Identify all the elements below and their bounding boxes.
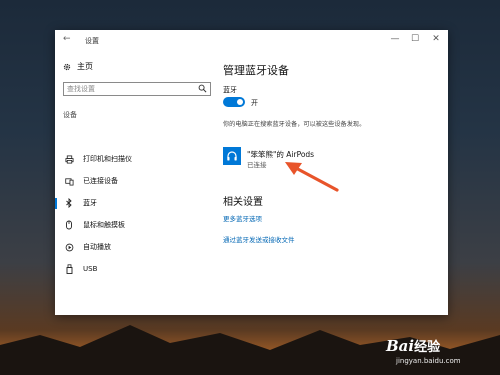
mouse-icon: [63, 220, 75, 230]
bluetooth-label: 蓝牙: [223, 86, 237, 94]
sidebar-item-connected-devices[interactable]: 已连接设备: [55, 170, 220, 192]
page-title: 管理蓝牙设备: [223, 64, 289, 77]
connected-devices-icon: [63, 177, 75, 186]
sidebar: 主页 设备 打印机和扫描仪 已连接设备 蓝牙 鼠标和触摸板 自动播放: [55, 52, 220, 315]
sidebar-item-bluetooth[interactable]: 蓝牙: [55, 192, 220, 214]
usb-icon: [63, 264, 75, 274]
section-label-devices: 设备: [63, 111, 77, 119]
sidebar-item-label: 自动播放: [83, 243, 111, 251]
sidebar-item-label: 蓝牙: [83, 199, 97, 207]
maximize-icon[interactable]: ☐: [405, 34, 425, 44]
sidebar-item-mouse[interactable]: 鼠标和触摸板: [55, 214, 220, 236]
toggle-knob: [237, 99, 243, 105]
sidebar-item-autoplay[interactable]: 自动播放: [55, 236, 220, 258]
watermark-url: jingyan.baidu.com: [396, 357, 461, 365]
search-icon[interactable]: [198, 84, 207, 93]
title-bar: ← 设置 — ☐ ✕: [55, 30, 448, 52]
search-box[interactable]: [63, 82, 211, 96]
back-arrow-icon[interactable]: ←: [63, 34, 71, 44]
baidu-watermark: Bai经验 jingyan.baidu.com: [386, 336, 461, 365]
printer-icon: [63, 154, 75, 164]
send-receive-files-link[interactable]: 通过蓝牙发送或接收文件: [223, 234, 295, 244]
watermark-brand-cn: 经验: [414, 340, 441, 355]
window-title: 设置: [85, 37, 99, 45]
autoplay-icon: [63, 243, 75, 252]
gear-icon: [63, 63, 71, 70]
bluetooth-toggle[interactable]: [223, 97, 245, 107]
related-settings-heading: 相关设置: [223, 197, 263, 208]
sidebar-item-home[interactable]: 主页: [63, 61, 93, 72]
toggle-state-label: 开: [251, 99, 258, 107]
sidebar-item-label: 鼠标和触摸板: [83, 221, 125, 229]
settings-window: ← 设置 — ☐ ✕ 主页 设备 打印机和扫描仪 已连接设备 蓝牙 鼠标: [55, 30, 448, 315]
discovery-status-text: 你的电脑正在搜索蓝牙设备，可以被这些设备发现。: [223, 121, 366, 128]
close-icon[interactable]: ✕: [426, 34, 446, 44]
sidebar-item-label: USB: [83, 265, 98, 273]
sidebar-item-label: 打印机和扫描仪: [83, 155, 132, 163]
more-bluetooth-options-link[interactable]: 更多蓝牙选项: [223, 213, 262, 223]
headphones-icon: [223, 147, 241, 165]
minimize-icon[interactable]: —: [385, 34, 405, 44]
sidebar-item-label: 已连接设备: [83, 177, 118, 185]
home-label: 主页: [77, 62, 93, 71]
annotation-arrow: [285, 162, 339, 192]
sidebar-item-printers[interactable]: 打印机和扫描仪: [55, 148, 220, 170]
bluetooth-icon: [63, 198, 75, 208]
device-status: 已连接: [247, 161, 267, 169]
watermark-brand: Bai: [386, 337, 415, 355]
search-input[interactable]: [67, 83, 192, 95]
sidebar-item-usb[interactable]: USB: [55, 258, 220, 280]
